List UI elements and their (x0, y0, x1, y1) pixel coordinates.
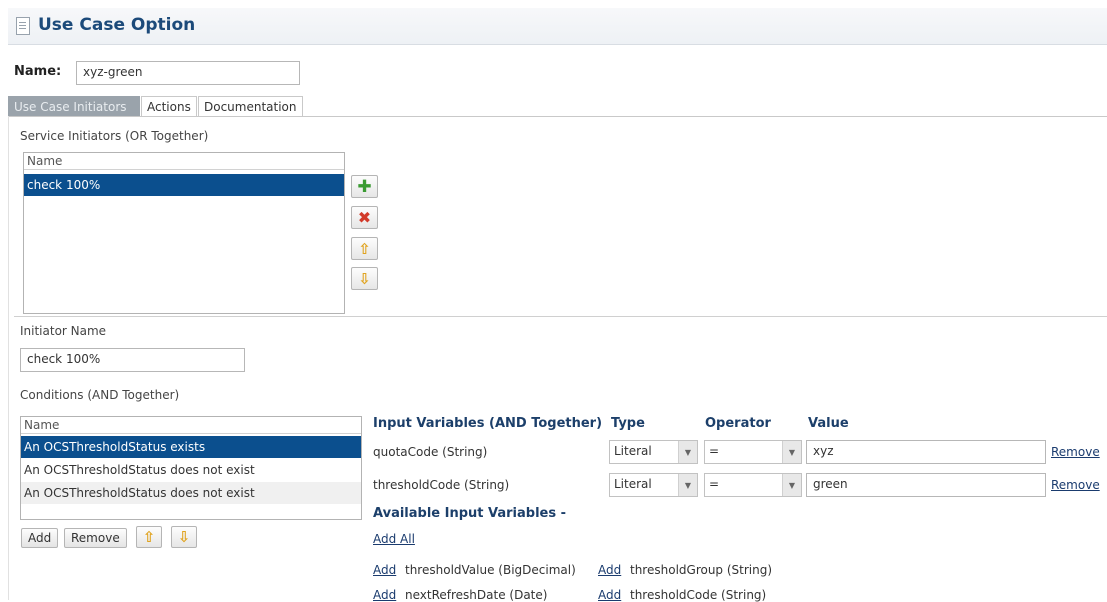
initiator-name-label: Initiator Name (20, 324, 107, 338)
variable-name: quotaCode (String) (373, 445, 488, 459)
list-item[interactable]: An OCSThresholdStatus does not exist (21, 459, 361, 481)
panel-border (8, 116, 9, 600)
remove-link[interactable]: Remove (1051, 445, 1100, 459)
arrow-down-icon: ⇩ (177, 528, 191, 546)
type-select-value: Literal (614, 444, 652, 458)
available-variable: thresholdGroup (String) (630, 563, 773, 577)
section-divider (14, 316, 1107, 317)
tab-divider (8, 116, 1107, 117)
page-title: Use Case Option (38, 15, 196, 35)
value-input[interactable]: green (806, 473, 1046, 497)
operator-select-value: = (709, 477, 720, 491)
document-icon (16, 17, 30, 35)
operator-header: Operator (705, 416, 771, 431)
chevron-down-icon: ▼ (678, 441, 697, 463)
list-column-header: Name (21, 417, 361, 434)
condition-move-down-button[interactable]: ⇩ (171, 526, 197, 548)
available-variables-label: Available Input Variables - (373, 506, 567, 521)
conditions-label: Conditions (AND Together) (20, 388, 180, 402)
initiator-name-input[interactable]: check 100% (20, 348, 245, 372)
tab-actions[interactable]: Actions (141, 96, 197, 116)
arrow-up-icon: ⇧ (142, 528, 156, 546)
operator-select-value: = (709, 444, 720, 458)
add-condition-button[interactable]: Add (21, 528, 59, 548)
variable-name: thresholdCode (String) (373, 478, 510, 492)
tab-documentation[interactable]: Documentation (198, 96, 303, 116)
operator-select[interactable]: = ▼ (704, 440, 802, 464)
chevron-down-icon: ▼ (782, 441, 801, 463)
condition-move-up-button[interactable]: ⇧ (136, 526, 162, 548)
value-header: Value (808, 416, 849, 431)
plus-icon: ✚ (357, 176, 372, 197)
value-input[interactable]: xyz (806, 440, 1046, 464)
service-initiators-label: Service Initiators (OR Together) (20, 129, 209, 143)
move-up-button[interactable]: ⇧ (351, 237, 378, 260)
chevron-down-icon: ▼ (782, 474, 801, 496)
name-label: Name: (14, 64, 62, 79)
page-header: Use Case Option (8, 8, 1107, 45)
list-column-header: Name (24, 153, 344, 170)
input-variables-header: Input Variables (AND Together) (373, 416, 603, 431)
service-initiators-list[interactable]: Name check 100% (23, 152, 345, 314)
name-input[interactable]: xyz-green (76, 61, 300, 85)
type-header: Type (611, 416, 645, 431)
operator-select[interactable]: = ▼ (704, 473, 802, 497)
add-initiator-button[interactable]: ✚ (351, 175, 378, 198)
type-select-value: Literal (614, 477, 652, 491)
add-all-link[interactable]: Add All (373, 532, 415, 546)
type-select[interactable]: Literal ▼ (609, 440, 698, 464)
list-item[interactable]: check 100% (24, 174, 344, 196)
arrow-down-icon: ⇩ (358, 269, 371, 288)
remove-link[interactable]: Remove (1051, 478, 1100, 492)
list-item[interactable]: An OCSThresholdStatus exists (21, 436, 361, 458)
delete-icon: ✖ (357, 208, 372, 227)
tab-use-case-initiators[interactable]: Use Case Initiators (8, 96, 140, 116)
arrow-up-icon: ⇧ (358, 239, 371, 258)
conditions-list[interactable]: Name An OCSThresholdStatus exists An OCS… (20, 416, 362, 520)
move-down-button[interactable]: ⇩ (351, 267, 378, 290)
add-link[interactable]: Add (373, 563, 396, 577)
delete-initiator-button[interactable]: ✖ (351, 206, 378, 229)
list-item[interactable]: An OCSThresholdStatus does not exist (21, 482, 361, 504)
remove-condition-button[interactable]: Remove (64, 528, 127, 548)
available-variable: thresholdValue (BigDecimal) (405, 563, 576, 577)
add-link[interactable]: Add (598, 563, 621, 577)
type-select[interactable]: Literal ▼ (609, 473, 698, 497)
chevron-down-icon: ▼ (678, 474, 697, 496)
